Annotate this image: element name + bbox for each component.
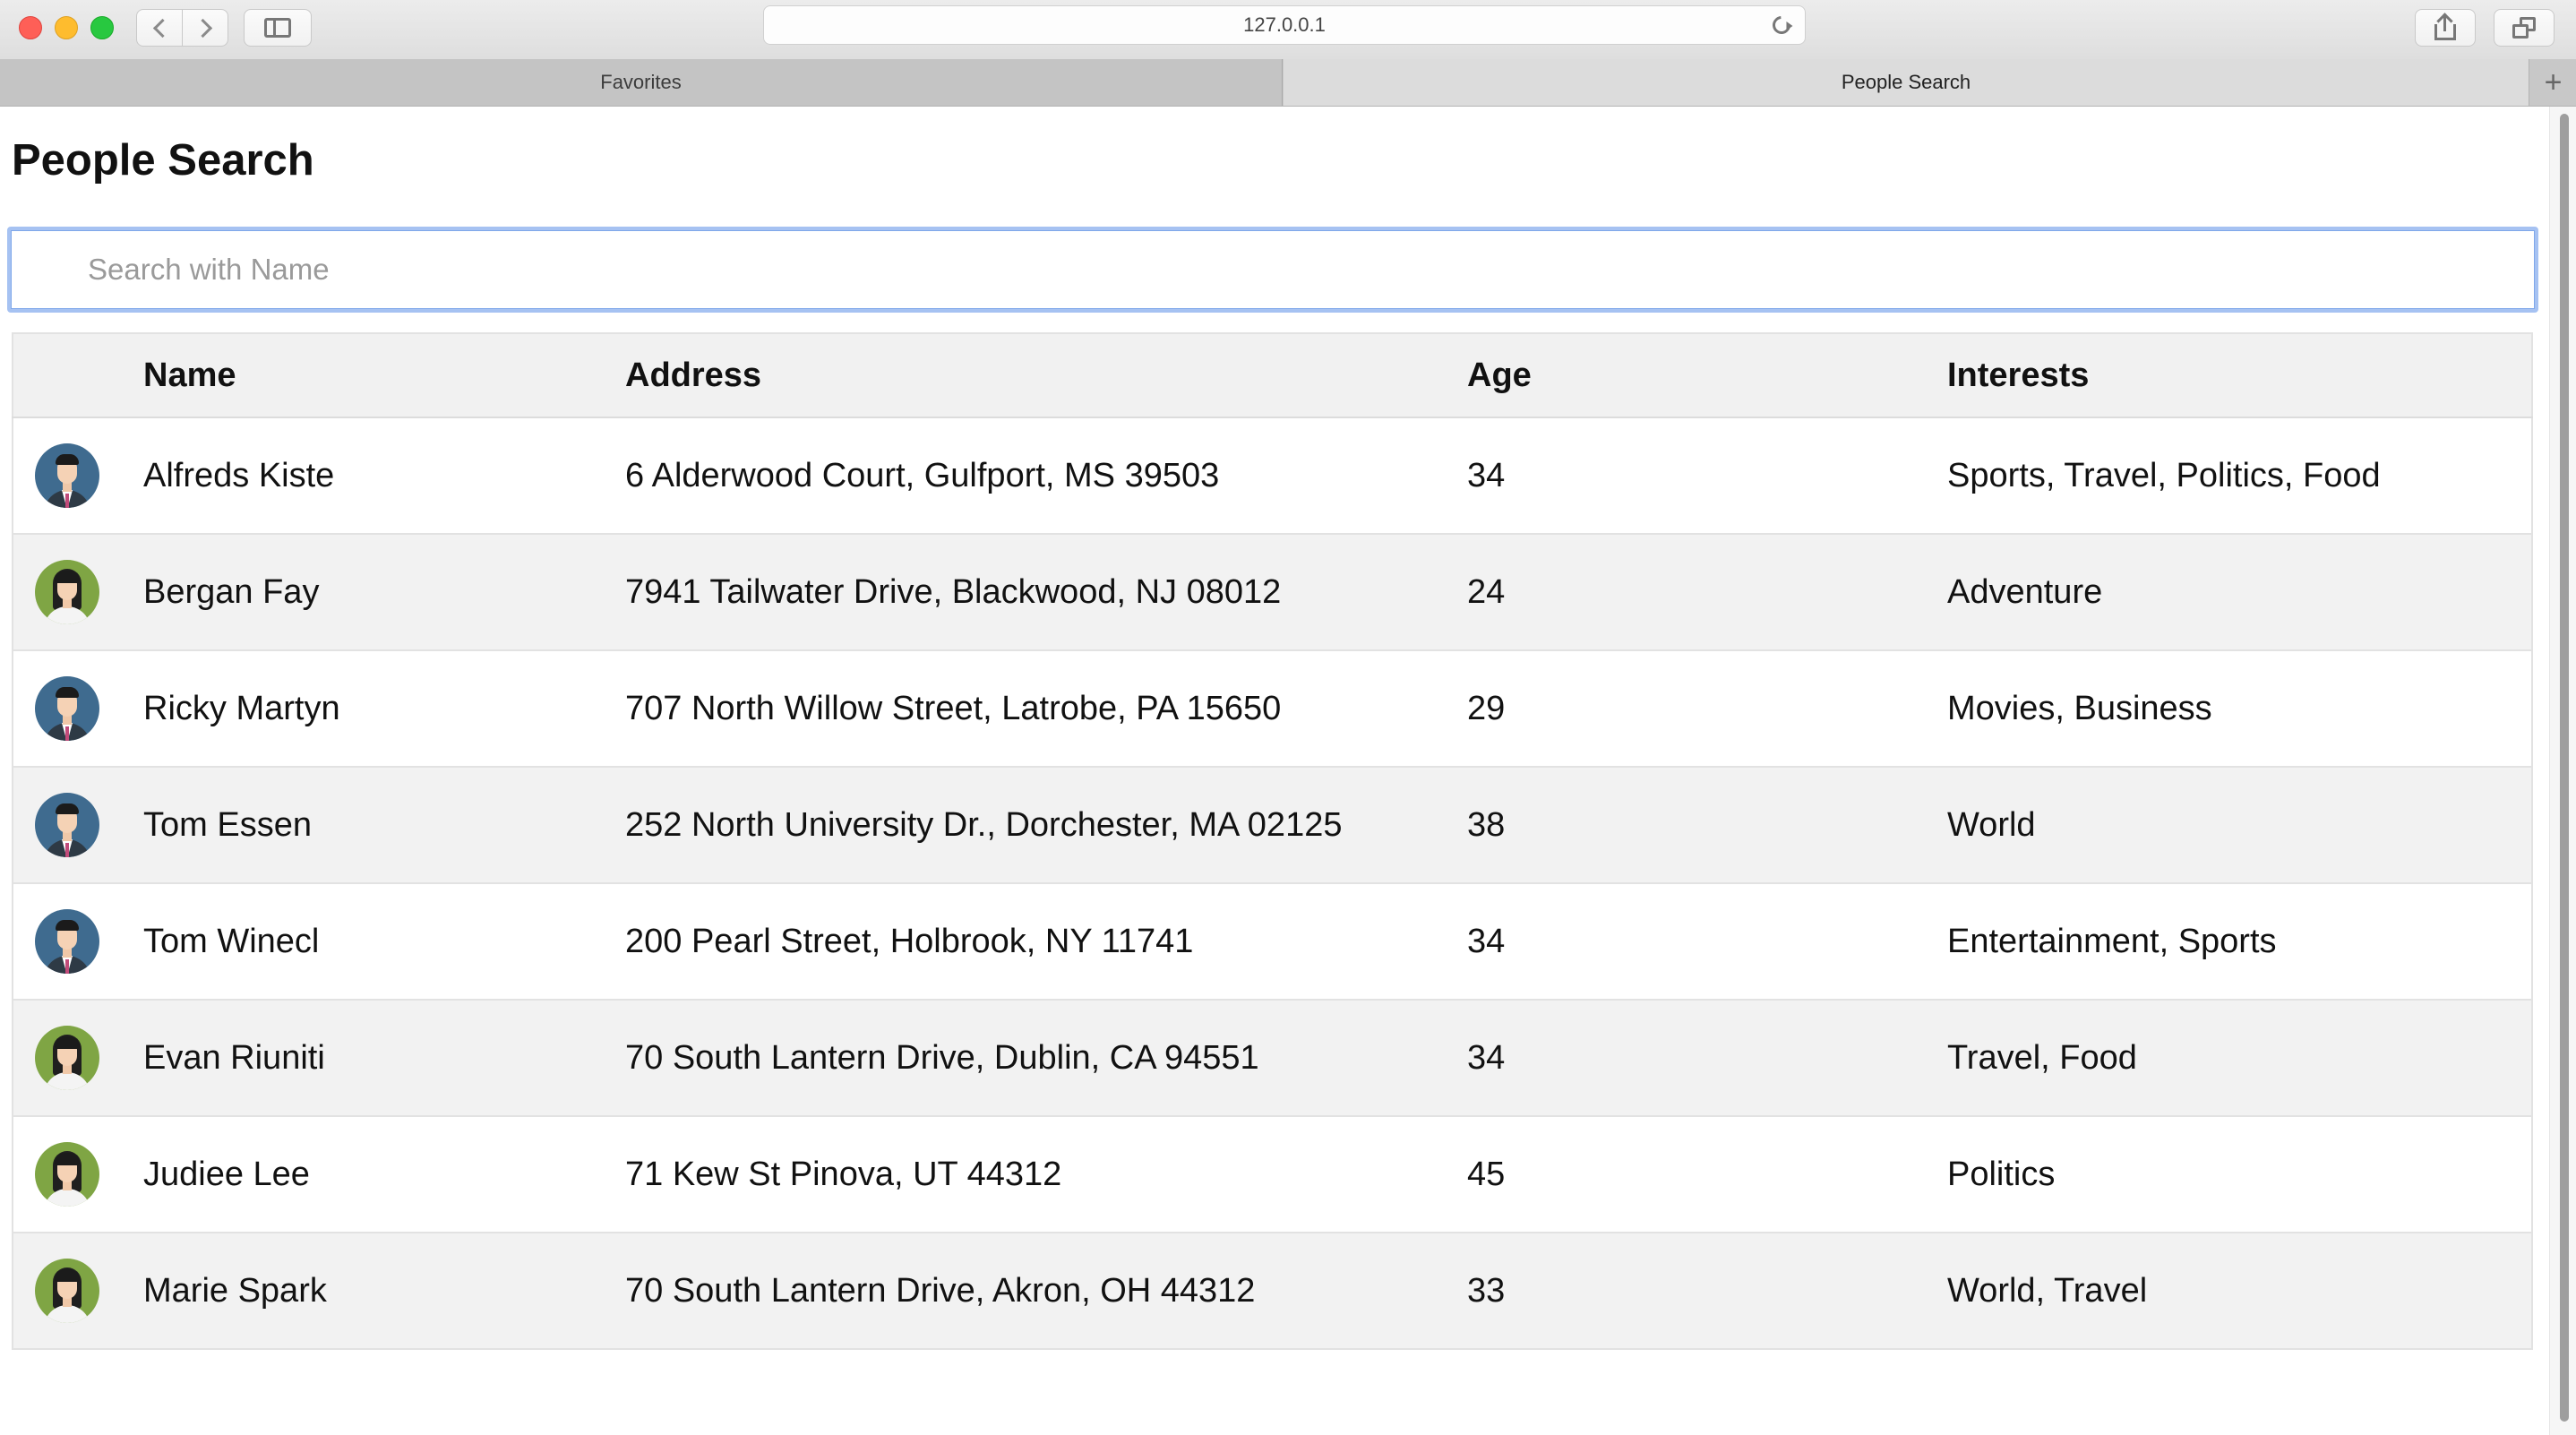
table-row: Ricky Martyn 707 North Willow Street, Lat… xyxy=(13,650,2532,768)
tab-people-search[interactable]: People Search xyxy=(1284,59,2529,106)
header-age: Age xyxy=(1467,333,1947,418)
cell-name: Judiee Lee xyxy=(143,1116,625,1233)
page-title: People Search xyxy=(12,136,314,185)
male-avatar-icon xyxy=(35,676,99,741)
back-button[interactable] xyxy=(136,9,183,47)
cell-interests: Entertainment, Sports xyxy=(1947,883,2532,1001)
cell-name: Tom Essen xyxy=(143,767,625,884)
table-header-row: Name Address Age Interests xyxy=(13,333,2532,418)
avatar-cell xyxy=(13,1116,143,1233)
header-name: Name xyxy=(143,333,625,418)
tabs-overview-icon xyxy=(2512,17,2536,39)
search-input[interactable] xyxy=(7,227,2538,313)
cell-age: 29 xyxy=(1467,650,1947,768)
show-tabs-button[interactable] xyxy=(2494,9,2555,47)
avatar-cell xyxy=(13,534,143,651)
cell-age: 34 xyxy=(1467,417,1947,535)
cell-name: Evan Riuniti xyxy=(143,1000,625,1117)
cell-address: 252 North University Dr., Dorchester, MA… xyxy=(625,767,1467,884)
tab-label: People Search xyxy=(1841,71,1971,93)
forward-button[interactable] xyxy=(182,9,228,47)
cell-interests: Sports, Travel, Politics, Food xyxy=(1947,417,2532,535)
table-row: Evan Riuniti 70 South Lantern Drive, Dubl… xyxy=(13,1000,2532,1117)
male-avatar-icon xyxy=(35,443,99,508)
sidebar-icon xyxy=(264,18,291,38)
scrollbar-thumb[interactable] xyxy=(2560,114,2569,1422)
cell-address: 71 Kew St Pinova, UT 44312 xyxy=(625,1116,1467,1233)
share-icon xyxy=(2434,15,2456,40)
male-avatar-icon xyxy=(35,909,99,974)
female-avatar-icon xyxy=(35,560,99,624)
chevron-right-icon xyxy=(193,18,212,38)
chevron-left-icon xyxy=(152,18,172,38)
cell-address: 707 North Willow Street, Latrobe, PA 156… xyxy=(625,650,1467,768)
cell-address: 70 South Lantern Drive, Dublin, CA 94551 xyxy=(625,1000,1467,1117)
header-avatar xyxy=(13,333,143,418)
page-content: People Search Name Address Age Interests… xyxy=(0,107,2549,1435)
cell-interests: Politics xyxy=(1947,1116,2532,1233)
cell-age: 34 xyxy=(1467,883,1947,1001)
cell-name: Marie Spark xyxy=(143,1233,625,1350)
avatar-cell xyxy=(13,417,143,535)
header-address: Address xyxy=(625,333,1467,418)
table-row: Bergan Fay 7941 Tailwater Drive, Blackwoo… xyxy=(13,534,2532,651)
cell-age: 38 xyxy=(1467,767,1947,884)
cell-age: 34 xyxy=(1467,1000,1947,1117)
cell-name: Tom Winecl xyxy=(143,883,625,1001)
table-row: Tom Essen 252 North University Dr., Dorch… xyxy=(13,767,2532,884)
cell-address: 200 Pearl Street, Holbrook, NY 11741 xyxy=(625,883,1467,1001)
tab-label: Favorites xyxy=(600,71,682,93)
avatar-cell xyxy=(13,650,143,768)
avatar-cell xyxy=(13,883,143,1001)
browser-toolbar: 127.0.0.1 xyxy=(0,0,2576,60)
female-avatar-icon xyxy=(35,1259,99,1323)
cell-name: Bergan Fay xyxy=(143,534,625,651)
female-avatar-icon xyxy=(35,1026,99,1090)
table-row: Alfreds Kiste 6 Alderwood Court, Gulfport… xyxy=(13,417,2532,535)
cell-address: 6 Alderwood Court, Gulfport, MS 39503 xyxy=(625,417,1467,535)
tab-favorites[interactable]: Favorites xyxy=(0,59,1283,106)
avatar-cell xyxy=(13,767,143,884)
female-avatar-icon xyxy=(35,1142,99,1207)
plus-icon: + xyxy=(2544,64,2563,99)
close-window-button[interactable] xyxy=(19,16,42,39)
cell-interests: World xyxy=(1947,767,2532,884)
cell-interests: Adventure xyxy=(1947,534,2532,651)
header-interests: Interests xyxy=(1947,333,2532,418)
cell-age: 24 xyxy=(1467,534,1947,651)
new-tab-button[interactable]: + xyxy=(2529,59,2576,106)
male-avatar-icon xyxy=(35,793,99,857)
sidebar-toggle-button[interactable] xyxy=(244,9,312,47)
url-text: 127.0.0.1 xyxy=(1243,13,1326,36)
avatar-cell xyxy=(13,1233,143,1350)
cell-age: 33 xyxy=(1467,1233,1947,1350)
cell-interests: World, Travel xyxy=(1947,1233,2532,1350)
cell-address: 70 South Lantern Drive, Akron, OH 44312 xyxy=(625,1233,1467,1350)
avatar-cell xyxy=(13,1000,143,1117)
address-bar[interactable]: 127.0.0.1 xyxy=(763,5,1806,45)
share-button[interactable] xyxy=(2415,9,2476,47)
cell-age: 45 xyxy=(1467,1116,1947,1233)
reload-icon[interactable] xyxy=(1768,12,1795,39)
cell-interests: Movies, Business xyxy=(1947,650,2532,768)
table-row: Tom Winecl 200 Pearl Street, Holbrook, NY… xyxy=(13,883,2532,1001)
minimize-window-button[interactable] xyxy=(55,16,78,39)
zoom-window-button[interactable] xyxy=(90,16,114,39)
people-table: Name Address Age Interests Alfreds Kiste… xyxy=(12,332,2533,1350)
cell-address: 7941 Tailwater Drive, Blackwood, NJ 0801… xyxy=(625,534,1467,651)
cell-interests: Travel, Food xyxy=(1947,1000,2532,1117)
table-row: Judiee Lee 71 Kew St Pinova, UT 44312 45 Po… xyxy=(13,1116,2532,1233)
vertical-scrollbar[interactable] xyxy=(2549,107,2576,1435)
table-body: Alfreds Kiste 6 Alderwood Court, Gulfport… xyxy=(13,417,2532,1350)
table-row: Marie Spark 70 South Lantern Drive, Akron… xyxy=(13,1233,2532,1350)
cell-name: Ricky Martyn xyxy=(143,650,625,768)
cell-name: Alfreds Kiste xyxy=(143,417,625,535)
tab-bar: Favorites People Search + xyxy=(0,59,2576,107)
